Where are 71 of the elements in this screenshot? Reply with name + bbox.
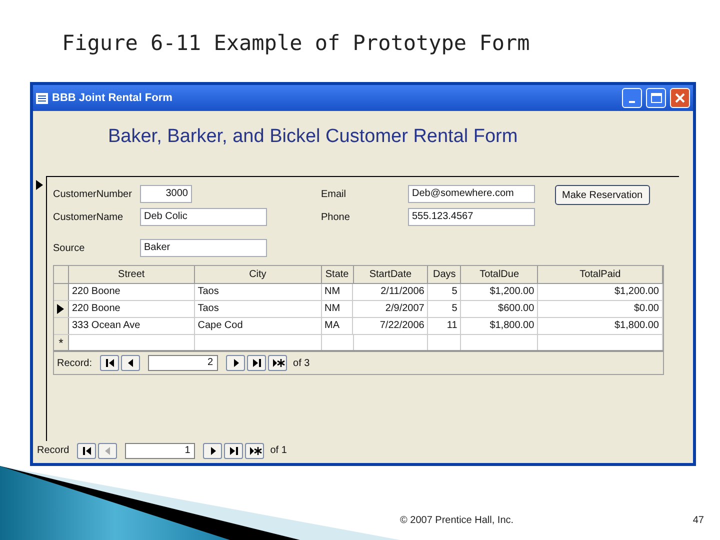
close-button[interactable] (670, 88, 690, 108)
current-record-icon (36, 180, 43, 190)
table-cell: $1,200.00 (538, 284, 663, 300)
next-record-button[interactable] (226, 355, 246, 371)
table-cell: 7/22/2006 (353, 318, 428, 334)
close-icon (675, 93, 685, 103)
copyright-footer: © 2007 Prentice Hall, Inc. (400, 513, 514, 528)
minimize-icon (629, 101, 635, 103)
table-cell: 5 (428, 301, 462, 317)
field-label: Email (321, 188, 348, 202)
maximize-icon (650, 93, 662, 103)
new-row-mark: * (58, 336, 64, 348)
table-cell: Taos (194, 284, 322, 300)
column-header[interactable]: TotalDue (461, 266, 538, 283)
table-cell: $1,800.00 (461, 318, 538, 334)
table-cell: Taos (194, 301, 322, 317)
last-record-button[interactable] (247, 355, 266, 371)
form-heading: Baker, Barker, and Bickel Customer Rental Form (108, 126, 518, 147)
record-count: of 3 (293, 356, 310, 370)
table-cell: 220 Boone (68, 284, 195, 300)
minimize-button[interactable] (622, 88, 642, 108)
column-header[interactable]: Days (428, 266, 462, 283)
record-label: Record (37, 444, 70, 458)
page-number: 47 (692, 514, 704, 528)
field-label: CustomerName (53, 210, 124, 224)
column-header[interactable]: StartDate (354, 266, 428, 283)
last-record-button[interactable] (224, 442, 244, 458)
field-label: Phone (321, 210, 351, 224)
text-field[interactable]: Deb Colic (140, 208, 267, 226)
table-cell: $0.00 (538, 301, 663, 317)
column-header[interactable]: Street (68, 266, 195, 283)
new-record-button[interactable] (268, 355, 288, 371)
new-record-button[interactable] (245, 442, 264, 458)
column-header[interactable]: State (322, 266, 354, 283)
previous-record-button[interactable] (121, 355, 140, 371)
row-selector[interactable] (54, 301, 69, 317)
text-field[interactable]: 555.123.4567 (408, 208, 535, 226)
record-number-field[interactable]: 1 (125, 442, 196, 458)
make-reservation-button[interactable]: Make Reservation (555, 185, 650, 205)
table-cell: $1,200.00 (461, 284, 538, 300)
column-header[interactable]: City (194, 266, 322, 283)
first-record-button[interactable] (77, 442, 96, 458)
form-icon (36, 92, 48, 104)
table-cell: Cape Cod (194, 318, 322, 334)
record-label: Record: (57, 356, 92, 370)
table-cell: NM (322, 284, 354, 300)
text-field[interactable]: Baker (140, 239, 267, 257)
table-cell: $1,800.00 (538, 318, 663, 334)
text-field[interactable]: 3000 (140, 185, 192, 203)
table-cell: MA (322, 318, 354, 334)
record-count: of 1 (270, 444, 287, 458)
table-cell: 220 Boone (68, 301, 195, 317)
table-cell: 2/11/2006 (353, 284, 428, 300)
first-record-button[interactable] (100, 355, 120, 371)
table-cell: $600.00 (461, 301, 538, 317)
table-cell: 333 Ocean Ave (68, 318, 195, 334)
next-record-button[interactable] (203, 442, 222, 458)
column-header[interactable]: TotalPaid (538, 266, 664, 283)
table-cell: 11 (428, 318, 462, 334)
table-cell: NM (322, 301, 354, 317)
table-cell: 2/9/2007 (353, 301, 428, 317)
window-title: BBB Joint Rental Form (52, 90, 174, 106)
table-cell: 5 (428, 284, 462, 300)
text-field[interactable]: Deb@somewhere.com (408, 185, 535, 203)
field-label: Source (53, 242, 86, 256)
new-arrow-icon (270, 356, 285, 370)
record-number-field[interactable]: 2 (148, 355, 218, 371)
current-record-icon (57, 304, 64, 314)
field-label: CustomerNumber (53, 188, 133, 202)
slide-title: Figure 6-11 Example of Prototype Form (62, 31, 530, 55)
maximize-button[interactable] (646, 88, 666, 108)
